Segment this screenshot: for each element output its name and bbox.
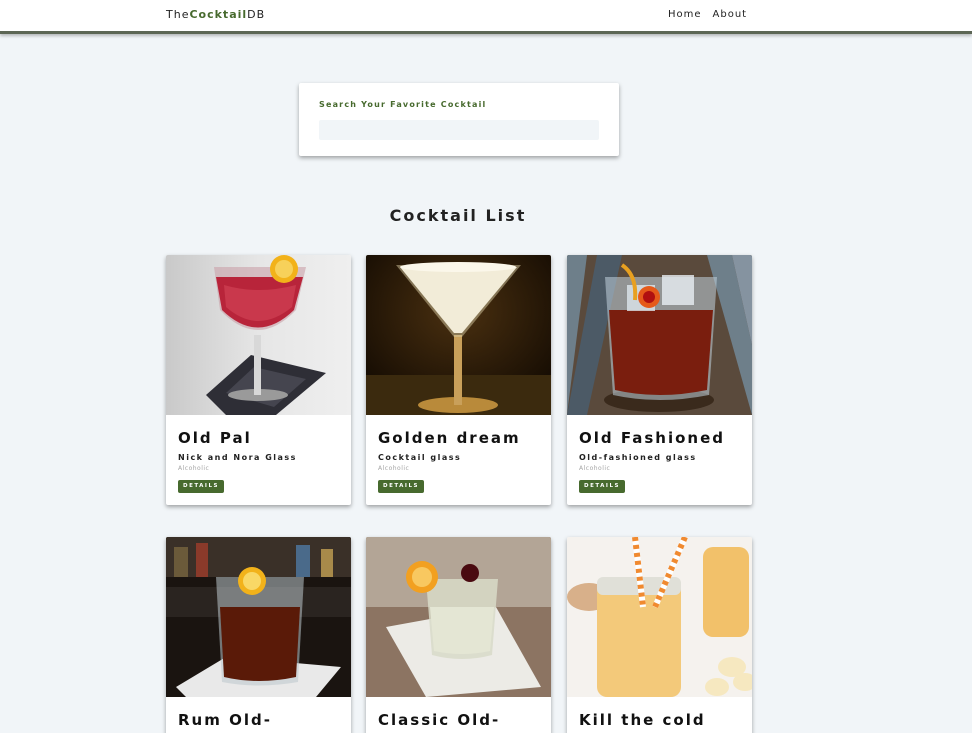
cocktail-card: Kill the cold	[567, 537, 752, 733]
cocktail-glass: Nick and Nora Glass	[178, 453, 297, 462]
cocktail-card: Rum Old-	[166, 537, 351, 733]
search-form: Search Your Favorite Cocktail	[299, 83, 619, 156]
navbar: TheCocktailDB Home About	[0, 0, 972, 34]
nav-links: Home About	[668, 9, 747, 20]
cocktail-image	[567, 537, 752, 697]
search-label: Search Your Favorite Cocktail	[319, 100, 487, 109]
cocktail-name: Rum Old-	[178, 711, 272, 729]
cocktail-glass: Old-fashioned glass	[579, 453, 697, 462]
cocktail-image	[567, 255, 752, 415]
search-input[interactable]	[319, 120, 599, 140]
cocktail-name: Kill the cold	[579, 711, 706, 729]
details-button[interactable]: DETAILS	[178, 480, 224, 493]
details-button[interactable]: DETAILS	[378, 480, 424, 493]
cocktail-image	[366, 255, 551, 415]
cocktail-image	[166, 255, 351, 415]
nav-link-about[interactable]: About	[713, 9, 748, 20]
cocktail-name: Old Pal	[178, 429, 252, 447]
cocktail-image	[166, 537, 351, 697]
cocktail-image	[366, 537, 551, 697]
cocktail-card: Old Pal Nick and Nora Glass Alcoholic DE…	[166, 255, 351, 505]
cocktail-info: Alcoholic	[579, 465, 611, 472]
cocktail-name: Golden dream	[378, 429, 521, 447]
logo-brand: Cocktail	[189, 8, 248, 21]
section-title: Cocktail List	[389, 206, 527, 225]
logo-suffix: DB	[247, 8, 266, 21]
details-button[interactable]: DETAILS	[579, 480, 625, 493]
logo[interactable]: TheCocktailDB	[166, 8, 265, 21]
cocktail-name: Old Fashioned	[579, 429, 725, 447]
cocktail-info: Alcoholic	[178, 465, 210, 472]
cocktail-glass: Cocktail glass	[378, 453, 462, 462]
cocktail-card: Old Fashioned Old-fashioned glass Alcoho…	[567, 255, 752, 505]
nav-link-home[interactable]: Home	[668, 9, 702, 20]
cocktail-card: Golden dream Cocktail glass Alcoholic DE…	[366, 255, 551, 505]
cocktail-card: Classic Old-	[366, 537, 551, 733]
cocktail-info: Alcoholic	[378, 465, 410, 472]
cocktail-name: Classic Old-	[378, 711, 501, 729]
logo-prefix: The	[166, 8, 190, 21]
